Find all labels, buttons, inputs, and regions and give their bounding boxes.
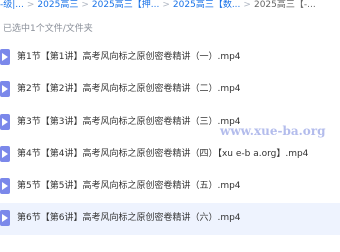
breadcrumb-separator: > xyxy=(81,0,89,10)
selection-info: 已选中1个文件/文件夹 xyxy=(3,24,93,34)
file-name: 第2节【第2讲】高考风向标之原创密卷精讲（二）.mp4 xyxy=(17,84,241,94)
breadcrumb-current: 2025高三【-... xyxy=(253,0,316,10)
breadcrumb-separator: > xyxy=(243,0,251,10)
breadcrumb-item[interactable]: -级|... xyxy=(0,0,24,10)
file-name: 第3节【第3讲】高考风向标之原创密卷精讲（三）.mp4 xyxy=(17,117,241,127)
file-name: 第4节【第4讲】高考风向标之原创密卷精讲（四）【xu e-b a.org】.mp… xyxy=(17,149,309,159)
video-file-icon xyxy=(0,114,10,130)
video-file-icon xyxy=(0,146,10,162)
file-row[interactable]: 第3节【第3讲】高考风向标之原创密卷精讲（三）.mp4 xyxy=(0,107,340,139)
video-file-icon xyxy=(0,178,10,194)
video-file-icon xyxy=(0,49,10,65)
file-row-selected[interactable]: 第6节【第6讲】高考风向标之原创密卷精讲（六）.mp4 xyxy=(0,203,340,235)
breadcrumb: -级|... >2025高三 >2025高三【押... >2025高三【数... >20… xyxy=(0,0,340,12)
breadcrumb-separator: > xyxy=(26,0,35,10)
file-row[interactable]: 第4节【第4讲】高考风向标之原创密卷精讲（四）【xu e-b a.org】.mp… xyxy=(0,139,340,171)
file-row[interactable]: 第2节【第2讲】高考风向标之原创密卷精讲（二）.mp4 xyxy=(0,74,340,106)
breadcrumb-separator: > xyxy=(162,0,170,10)
file-name: 第5节【第5讲】高考风向标之原创密卷精讲（五）.mp4 xyxy=(17,181,241,191)
breadcrumb-item[interactable]: 2025高三【数... xyxy=(173,0,241,10)
video-file-icon xyxy=(0,210,10,226)
file-row[interactable]: 第1节【第1讲】高考风向标之原创密卷精讲（一）.mp4 xyxy=(0,42,340,74)
file-name: 第6节【第6讲】高考风向标之原创密卷精讲（六）.mp4 xyxy=(17,213,241,223)
file-row[interactable]: 第5节【第5讲】高考风向标之原创密卷精讲（五）.mp4 xyxy=(0,171,340,203)
video-file-icon xyxy=(0,81,10,97)
breadcrumb-item[interactable]: 2025高三【押... xyxy=(92,0,160,10)
breadcrumb-item[interactable]: 2025高三 xyxy=(37,0,78,10)
file-name: 第1节【第1讲】高考风向标之原创密卷精讲（一）.mp4 xyxy=(17,52,241,62)
